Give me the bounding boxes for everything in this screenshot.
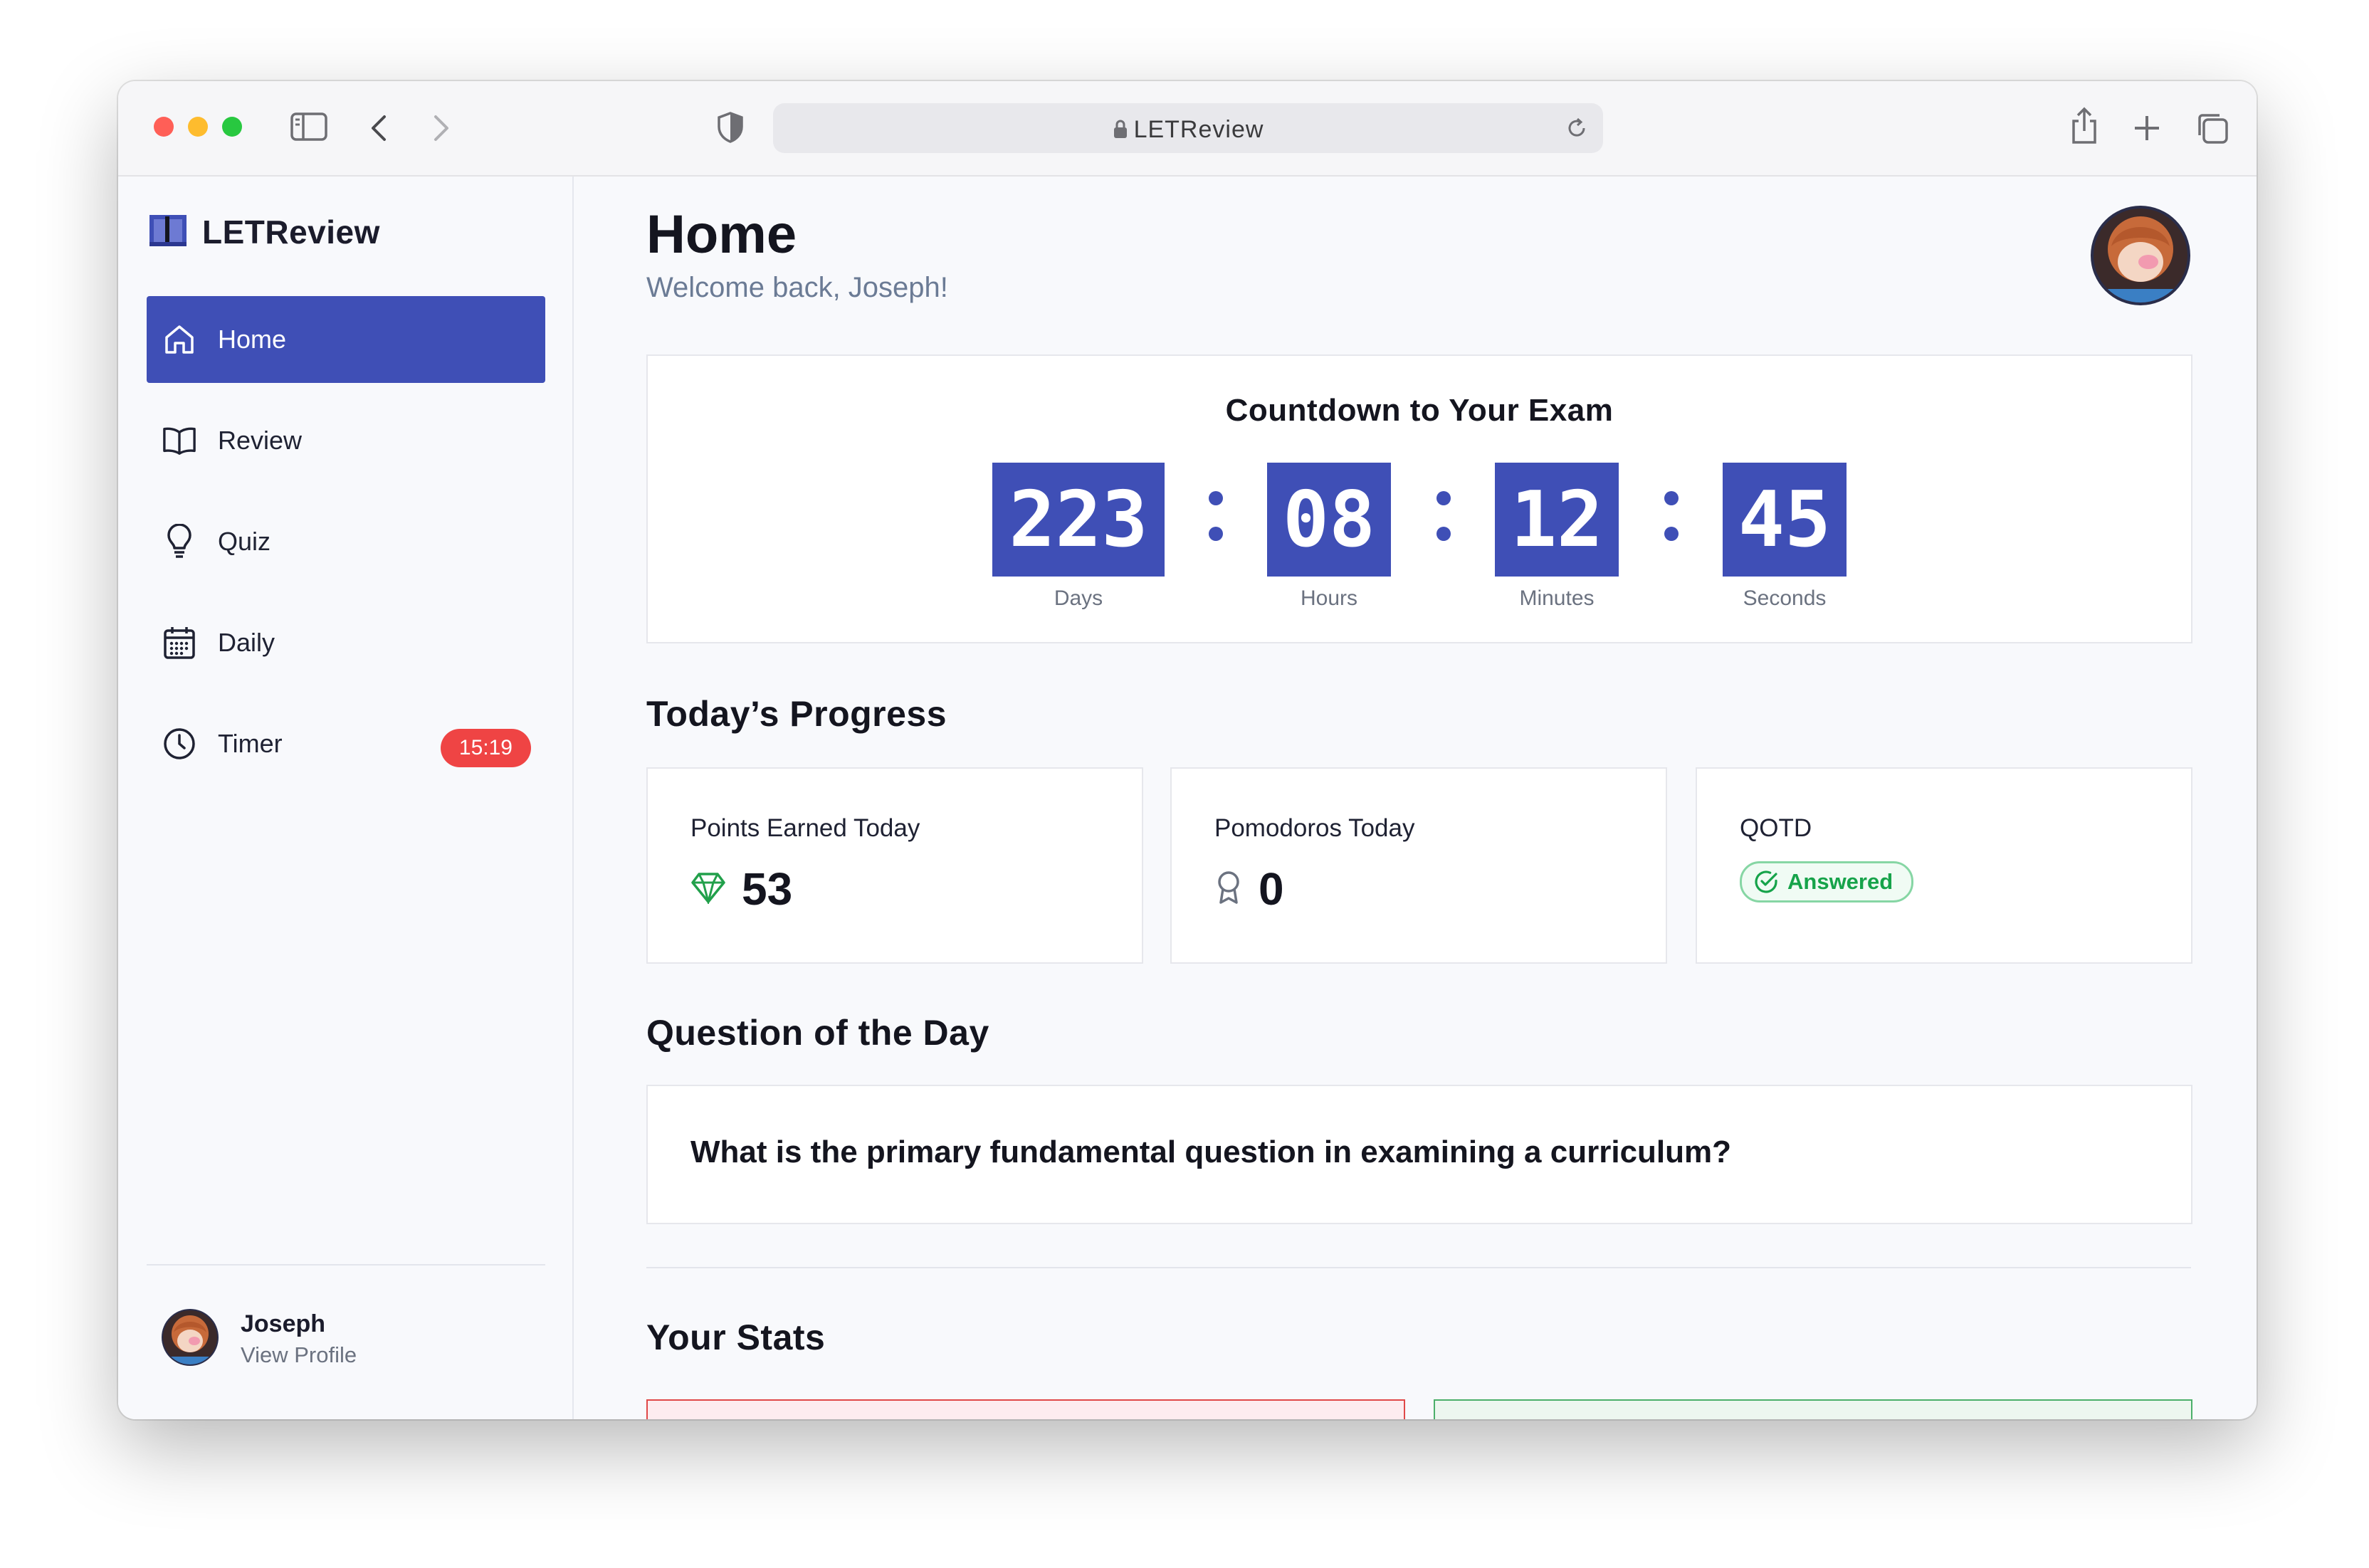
profile-link[interactable]: Joseph View Profile: [161, 1308, 357, 1370]
sidebar-item-review[interactable]: Review: [147, 397, 545, 484]
lock-icon: [1113, 118, 1128, 146]
qotd-status-label: QOTD: [1740, 814, 1812, 842]
pomodoros-value-row: 0: [1214, 863, 1284, 915]
sidebar-item-label: Quiz: [218, 527, 271, 556]
back-icon[interactable]: [369, 114, 389, 146]
hours-label: Hours: [1300, 586, 1358, 610]
qotd-question: What is the primary fundamental question…: [690, 1135, 1732, 1169]
pomodoros-value: 0: [1259, 863, 1284, 915]
shield-icon[interactable]: [716, 111, 745, 147]
lightbulb-icon: [162, 524, 196, 559]
sidebar-item-home[interactable]: Home: [147, 296, 545, 383]
sidebar-toggle-icon[interactable]: [290, 112, 327, 144]
profile-name: Joseph: [241, 1310, 326, 1337]
countdown-title: Countdown to Your Exam: [1225, 393, 1614, 428]
days-value: 223: [992, 463, 1165, 577]
reload-icon[interactable]: [1565, 116, 1589, 144]
sidebar-item-label: Timer: [218, 729, 283, 758]
seconds-label: Seconds: [1743, 586, 1827, 610]
award-icon: [1214, 870, 1243, 909]
answered-badge-label: Answered: [1787, 869, 1893, 894]
page-title: Home: [646, 204, 797, 265]
maximize-window-button[interactable]: [222, 117, 242, 137]
minutes-label: Minutes: [1519, 586, 1595, 610]
forward-icon[interactable]: [431, 114, 451, 146]
brand[interactable]: LETReview: [148, 211, 380, 253]
qotd-card[interactable]: What is the primary fundamental question…: [646, 1085, 2192, 1224]
colon-separator: [1209, 491, 1223, 562]
share-icon[interactable]: [2070, 107, 2099, 149]
stats-title: Your Stats: [646, 1317, 826, 1357]
tab-overview-icon[interactable]: [2195, 111, 2229, 149]
answered-badge: Answered: [1740, 861, 1914, 903]
address-bar[interactable]: LETReview: [773, 103, 1603, 153]
check-circle-icon: [1753, 869, 1779, 895]
countdown-card: Countdown to Your Exam 223 Days 08 Hours…: [646, 354, 2192, 643]
avatar: [161, 1308, 219, 1370]
new-tab-icon[interactable]: [2133, 114, 2161, 146]
pomodoros-card: Pomodoros Today 0: [1170, 767, 1667, 964]
browser-toolbar: LETReview: [118, 81, 2257, 177]
clock-icon: [162, 727, 196, 761]
stats-card-incorrect: [646, 1399, 1405, 1419]
sidebar-divider: [147, 1264, 545, 1266]
sidebar-item-timer[interactable]: Timer 15:19: [147, 700, 545, 787]
minutes-value: 12: [1495, 463, 1619, 577]
welcome-message: Welcome back, Joseph!: [646, 272, 948, 303]
sidebar-item-label: Review: [218, 426, 303, 455]
book-open-icon: [162, 423, 196, 458]
sidebar-item-label: Home: [218, 325, 287, 354]
minimize-window-button[interactable]: [188, 117, 208, 137]
points-value: 53: [742, 863, 793, 915]
browser-window: LETReview LETReview Home Review Quiz Dai…: [118, 81, 2257, 1419]
points-card: Points Earned Today 53: [646, 767, 1143, 964]
seconds-value: 45: [1723, 463, 1847, 577]
pomodoros-label: Pomodoros Today: [1214, 814, 1415, 842]
colon-separator: [1436, 491, 1451, 562]
home-icon: [162, 322, 196, 357]
stats-card-correct: [1434, 1399, 2192, 1419]
calendar-icon: [162, 626, 196, 660]
main-content: Home Welcome back, Joseph! Countdown to …: [574, 177, 2257, 1419]
brand-name: LETReview: [202, 214, 380, 251]
colon-separator: [1664, 491, 1679, 562]
qotd-status-card: QOTD Answered: [1696, 767, 2192, 964]
url-label: LETReview: [1133, 116, 1264, 143]
timer-badge: 15:19: [440, 729, 531, 767]
gem-icon: [690, 871, 726, 907]
address-bar-text: LETReview: [773, 116, 1603, 146]
sidebar-item-quiz[interactable]: Quiz: [147, 498, 545, 585]
sidebar: LETReview Home Review Quiz Daily Timer 1…: [118, 177, 574, 1419]
points-label: Points Earned Today: [690, 814, 920, 842]
close-window-button[interactable]: [154, 117, 174, 137]
logo-icon: [148, 214, 188, 251]
sidebar-item-daily[interactable]: Daily: [147, 599, 545, 686]
sidebar-item-label: Daily: [218, 628, 275, 657]
section-divider: [646, 1267, 2191, 1268]
view-profile-link[interactable]: View Profile: [241, 1342, 357, 1368]
header-avatar[interactable]: [2090, 205, 2191, 310]
hours-value: 08: [1267, 463, 1391, 577]
points-value-row: 53: [690, 863, 792, 915]
progress-title: Today’s Progress: [646, 694, 947, 734]
qotd-title: Question of the Day: [646, 1013, 989, 1053]
days-label: Days: [1054, 586, 1103, 610]
